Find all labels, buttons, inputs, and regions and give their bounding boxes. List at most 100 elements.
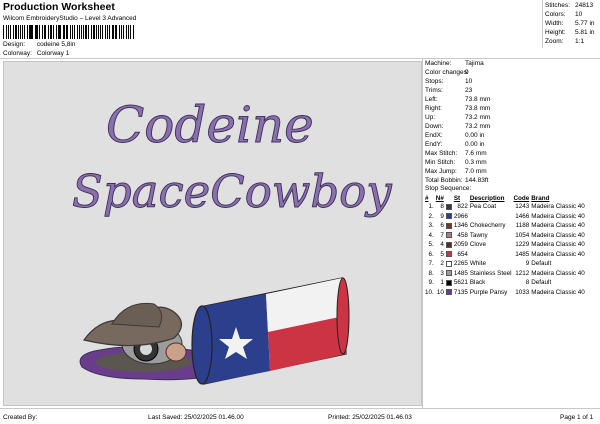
param-value: 23 — [465, 87, 473, 94]
col-header: N# — [435, 194, 444, 202]
thread-description: Pea Coat — [469, 203, 497, 211]
barcode-bar — [128, 25, 129, 39]
thread-description: Black — [469, 279, 486, 287]
summary-row: Stitches: 24813 — [545, 2, 599, 9]
needle-number: 1 — [440, 279, 444, 287]
color-swatch — [445, 213, 452, 220]
thread-description: White — [469, 260, 486, 268]
param-label: Max Stitch: — [425, 150, 458, 157]
needle-number: 9 — [440, 212, 444, 220]
stitch-count: 1485 — [453, 269, 468, 277]
thread-code: 9 — [525, 260, 530, 268]
stitch-count: 5621 — [453, 279, 468, 287]
barcode-bar — [87, 25, 89, 39]
barcode-bar — [36, 25, 38, 39]
summary-label: Width: — [545, 20, 564, 27]
needle-number: 3 — [440, 269, 444, 277]
barcode-bar — [79, 25, 80, 39]
barcode-bar — [8, 25, 9, 39]
col-header: St — [453, 194, 461, 202]
needle-number: 6 — [440, 222, 444, 230]
col-header: Description — [469, 194, 505, 202]
param-label: EndY: — [425, 141, 443, 148]
stop-sequence-title: Stop Sequence: — [425, 185, 472, 192]
design-preview: Codeine SpaceCowboy — [3, 61, 422, 406]
thread-brand: Madeira Classic 40 — [531, 212, 585, 220]
param-row: Up: 73.2 mm — [425, 114, 595, 122]
thread-brand: Madeira Classic 40 — [531, 288, 585, 296]
barcode-bar — [28, 25, 30, 39]
thread-brand: Madeira Classic 40 — [531, 222, 585, 230]
param-value: 73.2 mm — [465, 123, 491, 130]
barcode-bar — [59, 25, 61, 39]
thread-description: Chokecherry — [469, 222, 506, 230]
table-row: 9. 1 5621 Black 8 Default — [424, 278, 586, 288]
thread-code: 1188 — [515, 222, 530, 230]
barcode-bar — [126, 25, 128, 39]
barcode-bar — [85, 25, 87, 39]
barcode-bar — [24, 25, 26, 39]
thread-brand: Madeira Classic 40 — [531, 231, 585, 239]
thread-brand: Madeira Classic 40 — [531, 269, 585, 277]
param-value: 7.0 mm — [465, 168, 487, 175]
param-value: 7.6 mm — [465, 150, 487, 157]
row-number: 2. — [428, 212, 434, 220]
thread-brand: Default — [531, 279, 552, 287]
barcode-bar — [83, 25, 85, 39]
param-row: Down: 73.2 mm — [425, 123, 595, 131]
param-row: Left: 73.8 mm — [425, 96, 595, 104]
thread-code: 1054 — [515, 231, 530, 239]
stitch-count: 458 — [457, 231, 468, 239]
summary-row: Width: 5.77 in — [545, 20, 599, 27]
param-row: EndX: 0.00 in — [425, 132, 595, 140]
stitch-count: 822 — [457, 203, 468, 211]
color-swatch — [445, 279, 452, 286]
color-swatch — [445, 270, 452, 277]
stitch-count: 7135 — [453, 288, 468, 296]
page-number: Page 1 of 1 — [560, 414, 594, 421]
panel-divider — [422, 58, 423, 408]
barcode-bar — [47, 25, 50, 39]
thread-brand: Madeira Classic 40 — [531, 250, 585, 258]
barcode-bar — [62, 25, 64, 39]
col-header — [445, 194, 453, 202]
barcode-bar — [99, 25, 102, 39]
param-label: Right: — [425, 105, 442, 112]
colorway-row: Colorway: Colorway 1 — [3, 50, 69, 57]
param-row: EndY: 0.00 in — [425, 141, 595, 149]
summary-value: 1:1 — [575, 38, 585, 45]
param-label: Min Stitch: — [425, 159, 456, 166]
design-artwork: Codeine SpaceCowboy — [72, 96, 393, 385]
param-value: 73.8 mm — [465, 96, 491, 103]
thread-code: 1212 — [515, 269, 530, 277]
thread-description — [469, 250, 513, 260]
color-swatch — [445, 222, 452, 229]
barcode-bar — [43, 25, 45, 39]
table-header-row: # N# St Description Code Brand — [424, 194, 586, 202]
barcode-bar — [80, 25, 82, 39]
thread-code: 1466 — [515, 212, 530, 220]
created-by: Created By: — [3, 414, 38, 421]
barcode-bar — [92, 25, 95, 39]
color-swatch — [445, 241, 452, 248]
param-value: Tajima — [465, 60, 484, 67]
param-row: Total Bobbin: 144.83ft — [425, 177, 595, 185]
barcode-bar — [64, 25, 66, 39]
param-row: Max Stitch: 7.6 mm — [425, 150, 595, 158]
footer: Created By: Last Saved: 25/02/2025 01.46… — [0, 408, 600, 424]
barcode-bar — [66, 25, 69, 39]
printed-date: Printed: 25/02/2025 01.46.03 — [328, 414, 412, 421]
swatch — [445, 278, 453, 288]
colorway-value: Colorway 1 — [36, 50, 70, 57]
stitch-count: 1346 — [453, 222, 468, 230]
summary-value: 5.81 in — [575, 29, 595, 36]
design-value: codeine 5,8in — [36, 41, 76, 48]
swatch — [445, 202, 453, 212]
swatch — [445, 231, 453, 241]
thread-brand: Madeira Classic 40 — [531, 241, 585, 249]
swatch — [445, 288, 453, 298]
barcode-bar — [17, 25, 19, 39]
summary-value: 5.77 in — [575, 20, 595, 27]
row-number: 10. — [425, 288, 434, 296]
table-row: 8. 3 1485 Stainless Steel 1212 Madeira Classi… — [424, 269, 586, 279]
